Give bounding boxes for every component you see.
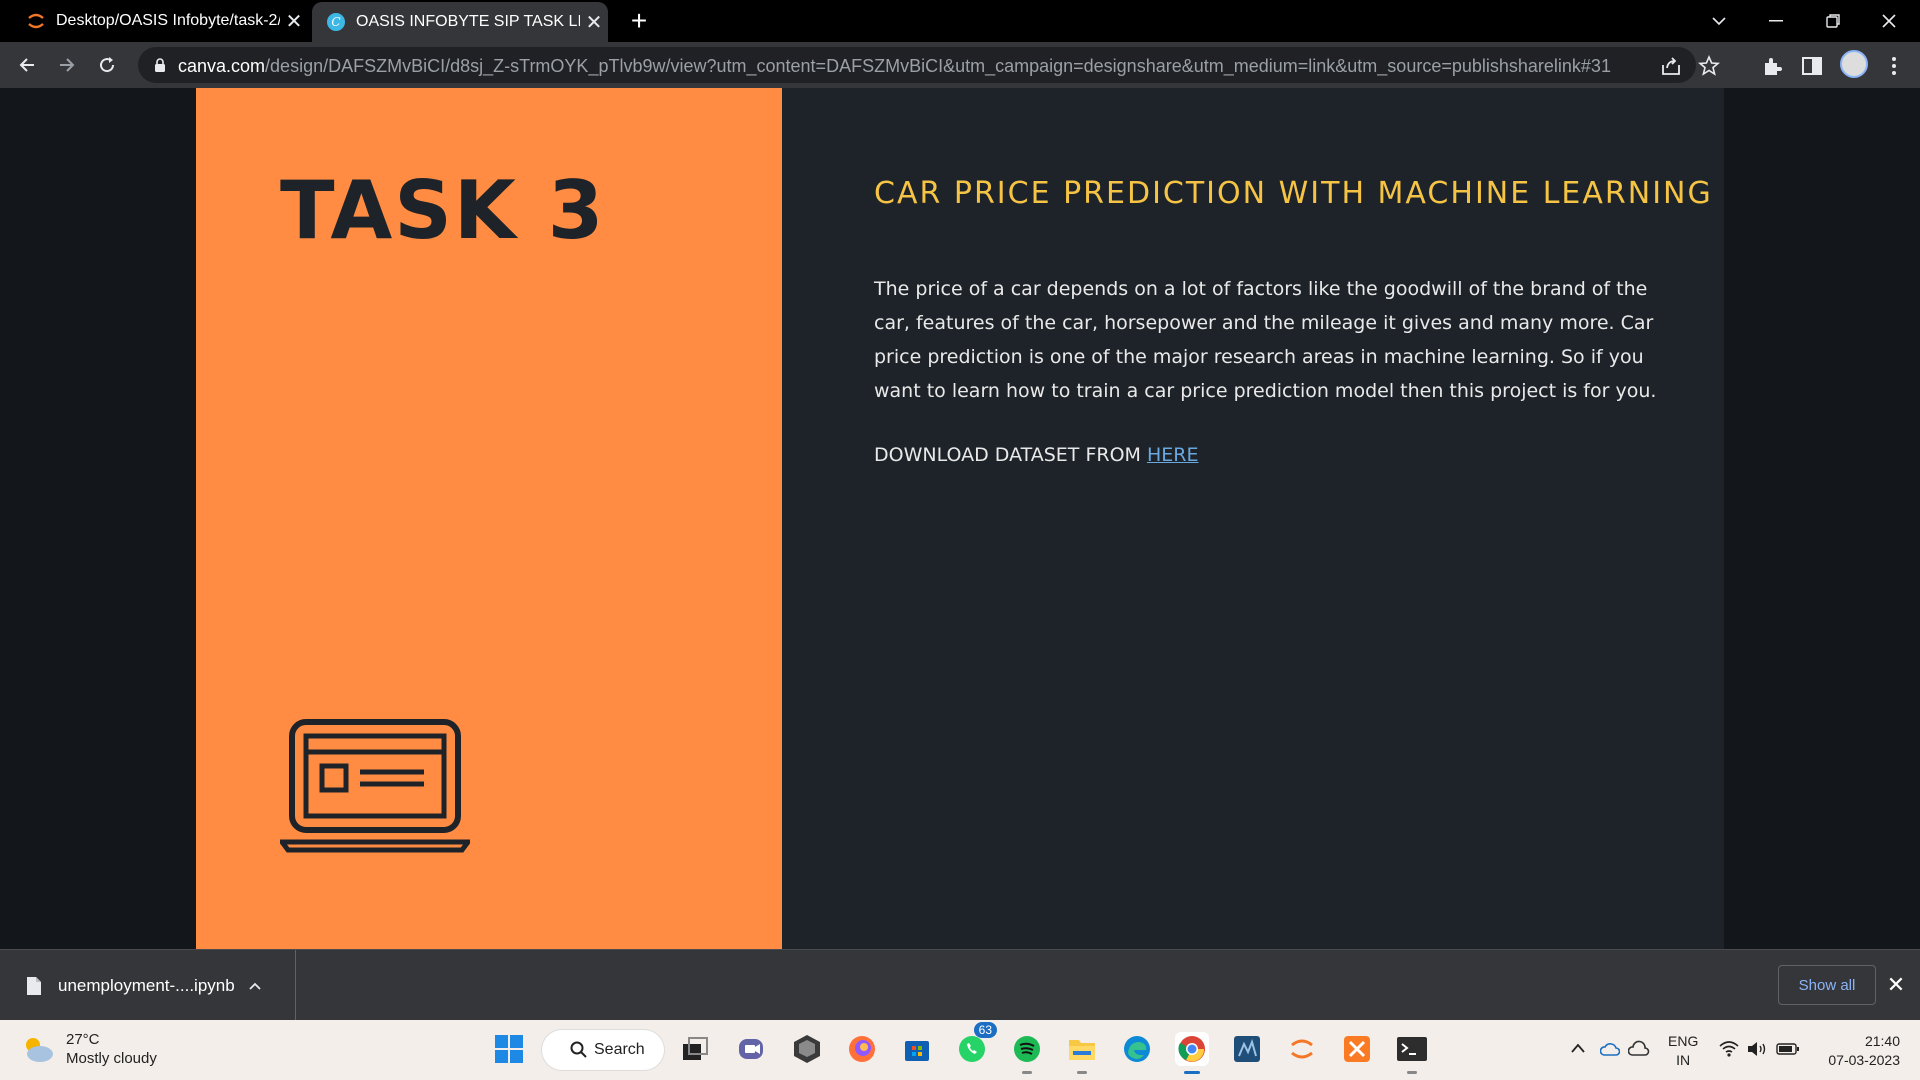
language-region: IN [1676, 1052, 1691, 1068]
chrome-icon[interactable] [1175, 1032, 1209, 1074]
url-path: /design/DAFSZMvBiCI/d8sj_Z-sTrmOYK_pTlvb… [265, 56, 1611, 76]
cloudy-weather-icon [26, 1038, 53, 1062]
whatsapp-icon[interactable]: 63 [955, 1022, 997, 1066]
project-heading: CAR PRICE PREDICTION WITH MACHINE LEARNI… [874, 176, 1713, 211]
minimize-button[interactable] [1749, 0, 1803, 42]
reload-icon [100, 57, 115, 73]
bookmark-star-icon[interactable] [1698, 55, 1720, 77]
clock-time: 21:40 [1864, 1033, 1900, 1049]
teams-chat-icon[interactable] [735, 1032, 769, 1066]
laptop-icon [280, 719, 470, 853]
tab-jupyter[interactable]: Desktop/OASIS Infobyte/task-2/ ✕ [0, 0, 308, 42]
volume-icon[interactable] [1746, 1040, 1768, 1058]
weather-temp: 27°C [66, 1031, 100, 1048]
browser-tab-strip: Desktop/OASIS Infobyte/task-2/ ✕ C OASIS… [0, 0, 1920, 42]
search-label: Search [594, 1041, 645, 1058]
weather-widget[interactable]: 27°C Mostly cloudy [20, 1030, 157, 1068]
canva-icon: C [327, 13, 345, 31]
start-icon[interactable] [492, 1032, 526, 1066]
profile-avatar[interactable] [1840, 50, 1868, 78]
download-bar: unemployment-....ipynb Show all ✕ [0, 949, 1920, 1021]
xampp-icon[interactable] [1340, 1032, 1374, 1066]
reload-button[interactable] [92, 50, 122, 80]
clock-date: 07-03-2023 [1828, 1052, 1900, 1068]
jupyter-icon [28, 13, 44, 29]
system-clock[interactable]: 21:40 07-03-2023 [1816, 1032, 1900, 1070]
file-explorer-icon[interactable] [1065, 1032, 1099, 1074]
page-viewport: TASK 3 CAR PRICE PREDICTION WITH MACHINE… [0, 88, 1920, 949]
url-text[interactable]: canva.com/design/DAFSZMvBiCI/d8sj_Z-sTrm… [178, 56, 1611, 77]
wifi-icon[interactable] [1718, 1040, 1740, 1058]
dataset-link[interactable]: HERE [1147, 444, 1199, 466]
obs-icon[interactable] [790, 1032, 824, 1066]
edge-icon[interactable] [1120, 1032, 1154, 1066]
chevron-up-icon[interactable] [248, 978, 262, 994]
back-button[interactable] [12, 50, 42, 80]
tab-close-icon[interactable]: ✕ [280, 9, 308, 34]
forward-arrow-icon [60, 58, 75, 72]
firefox-icon[interactable] [845, 1032, 879, 1066]
menu-kebab-icon[interactable] [1882, 54, 1906, 78]
taskbar-search[interactable]: Search [542, 1030, 664, 1070]
tab-title: Desktop/OASIS Infobyte/task-2/ [56, 12, 280, 29]
notification-badge: 63 [973, 1022, 997, 1038]
search-icon [570, 1041, 587, 1058]
close-window-button[interactable] [1862, 0, 1916, 42]
battery-icon[interactable] [1776, 1041, 1800, 1057]
onedrive-sync-icon[interactable] [1600, 1040, 1620, 1058]
tab-title: OASIS INFOBYTE SIP TASK LIST [356, 13, 580, 30]
download-file-name: unemployment-....ipynb [58, 975, 235, 995]
chevron-up-icon[interactable] [1570, 1042, 1586, 1054]
close-icon[interactable]: ✕ [1884, 972, 1908, 998]
svg-text:C: C [331, 15, 340, 29]
extensions-icon[interactable] [1760, 54, 1784, 78]
tab-close-icon[interactable]: ✕ [580, 10, 608, 35]
download-item[interactable]: unemployment-....ipynb [0, 950, 296, 1021]
back-arrow-icon [19, 58, 34, 72]
download-dataset-line: DOWNLOAD DATASET FROM HERE [874, 444, 1198, 466]
new-tab-button[interactable]: + [622, 4, 656, 38]
jupyter-icon[interactable] [1285, 1032, 1319, 1066]
browser-toolbar: canva.com/design/DAFSZMvBiCI/d8sj_Z-sTrm… [0, 42, 1920, 88]
store-icon[interactable] [900, 1032, 934, 1066]
mysql-workbench-icon[interactable] [1230, 1032, 1264, 1066]
spotify-icon[interactable] [1010, 1032, 1044, 1074]
side-panel-icon[interactable] [1800, 54, 1824, 78]
tab-canva[interactable]: C OASIS INFOBYTE SIP TASK LIST ✕ [312, 2, 608, 42]
download-prefix: DOWNLOAD DATASET FROM [874, 444, 1147, 466]
task-title: TASK 3 [280, 164, 606, 257]
slide-right-panel: CAR PRICE PREDICTION WITH MACHINE LEARNI… [782, 88, 1724, 949]
project-description: The price of a car depends on a lot of f… [874, 278, 1657, 402]
language-code: ENG [1668, 1033, 1699, 1049]
cloud-icon[interactable] [1628, 1040, 1650, 1058]
lock-icon [155, 58, 165, 72]
show-all-button[interactable]: Show all [1778, 965, 1876, 1005]
forward-button[interactable] [52, 50, 82, 80]
file-icon [27, 976, 41, 995]
url-host: canva.com [178, 56, 266, 76]
language-indicator[interactable]: ENG IN [1668, 1032, 1698, 1070]
windows-taskbar: 27°C Mostly cloudy Search 63 ENG IN 21:4… [0, 1020, 1920, 1080]
terminal-icon[interactable] [1395, 1032, 1429, 1074]
slide-left-panel: TASK 3 [196, 88, 782, 949]
address-bar[interactable]: canva.com/design/DAFSZMvBiCI/d8sj_Z-sTrm… [138, 47, 1720, 83]
weather-desc: Mostly cloudy [66, 1050, 157, 1067]
restore-button[interactable] [1806, 0, 1860, 42]
tab-search-chevron-icon[interactable] [1692, 0, 1746, 42]
share-icon[interactable] [1660, 55, 1682, 77]
task-view-icon[interactable] [678, 1032, 712, 1066]
